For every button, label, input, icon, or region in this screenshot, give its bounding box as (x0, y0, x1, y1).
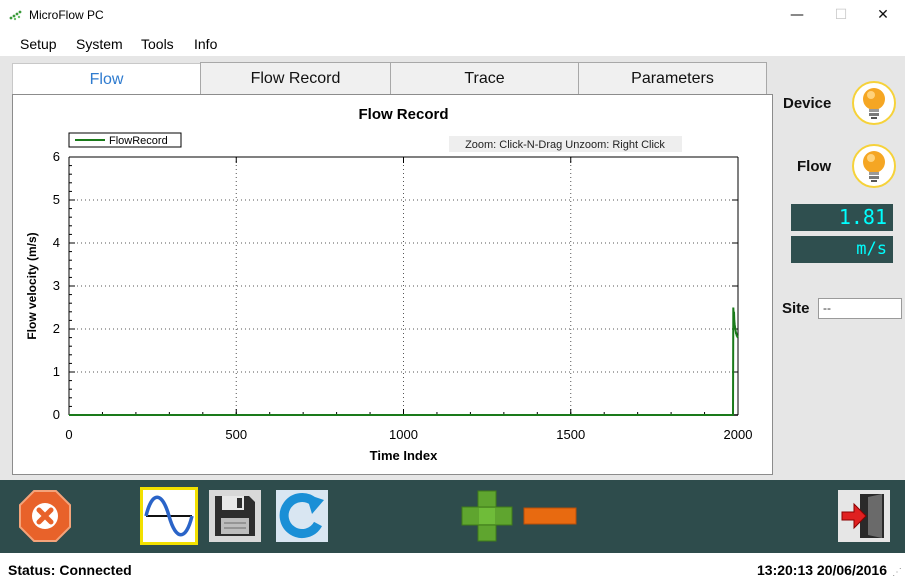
minimize-button[interactable]: — (782, 4, 812, 26)
y-tick-label: 5 (53, 192, 60, 207)
plus-icon[interactable] (459, 488, 515, 544)
status-datetime: 13:20:13 20/06/2016 (757, 562, 887, 578)
close-window-button[interactable]: ✕ (868, 4, 898, 26)
device-indicator-bulb-icon (852, 81, 896, 125)
app-icon (9, 10, 22, 21)
stop-icon[interactable] (17, 488, 73, 544)
maximize-button[interactable]: ☐ (826, 4, 856, 26)
x-tick-label: 2000 (724, 427, 753, 442)
y-tick-label: 6 (53, 149, 60, 164)
y-tick-label: 1 (53, 364, 60, 379)
site-label: Site (782, 300, 810, 317)
chart-title: Flow Record (358, 106, 448, 123)
status-bar: Status: Connected 13:20:13 20/06/2016 ⋰ (0, 553, 905, 581)
waveform-icon[interactable] (140, 487, 198, 545)
title-bar: MicroFlow PC — ☐ ✕ (0, 0, 905, 32)
minus-icon[interactable] (522, 488, 578, 544)
device-label: Device (783, 95, 832, 112)
menu-info[interactable]: Info (194, 36, 217, 52)
x-tick-label: 0 (65, 427, 72, 442)
y-tick-label: 4 (53, 235, 60, 250)
zoom-hint: Zoom: Click-N-Drag Unzoom: Right Click (465, 139, 665, 151)
flow-record-chart-panel[interactable]: Flow Record Zoom: Click-N-Drag Unzoom: Ri… (12, 94, 773, 475)
site-field[interactable]: -- (818, 298, 902, 319)
window-title: MicroFlow PC (29, 8, 104, 22)
tab-parameters[interactable]: Parameters (578, 62, 767, 94)
y-axis-label: Flow velocity (m/s) (25, 232, 39, 339)
x-tick-label: 1000 (389, 427, 418, 442)
y-tick-label: 2 (53, 321, 60, 336)
y-tick-label: 0 (53, 407, 60, 422)
x-axis-label: Time Index (370, 448, 438, 463)
y-tick-label: 3 (53, 278, 60, 293)
bottom-toolbar (0, 480, 905, 553)
save-icon[interactable] (207, 488, 263, 544)
menu-setup[interactable]: Setup (20, 36, 57, 52)
velocity-unit: m/s (791, 236, 893, 263)
connection-status: Status: Connected (8, 562, 132, 578)
x-tick-label: 500 (225, 427, 247, 442)
tab-flow-record[interactable]: Flow Record (200, 62, 391, 94)
menu-bar: Setup System Tools Info (0, 32, 905, 56)
tab-flow[interactable]: Flow (12, 63, 201, 95)
exit-icon[interactable] (836, 488, 892, 544)
flow-record-chart[interactable]: Flow Record Zoom: Click-N-Drag Unzoom: Ri… (13, 95, 772, 474)
velocity-readout: 1.81 (791, 204, 893, 231)
x-tick-label: 1500 (556, 427, 585, 442)
menu-tools[interactable]: Tools (141, 36, 174, 52)
flow-indicator-bulb-icon (852, 144, 896, 188)
legend-label: FlowRecord (109, 135, 168, 147)
tab-trace[interactable]: Trace (390, 62, 579, 94)
flow-label: Flow (797, 158, 832, 175)
resize-grip-icon[interactable]: ⋰ (892, 567, 902, 578)
refresh-icon[interactable] (274, 488, 330, 544)
menu-system[interactable]: System (76, 36, 123, 52)
